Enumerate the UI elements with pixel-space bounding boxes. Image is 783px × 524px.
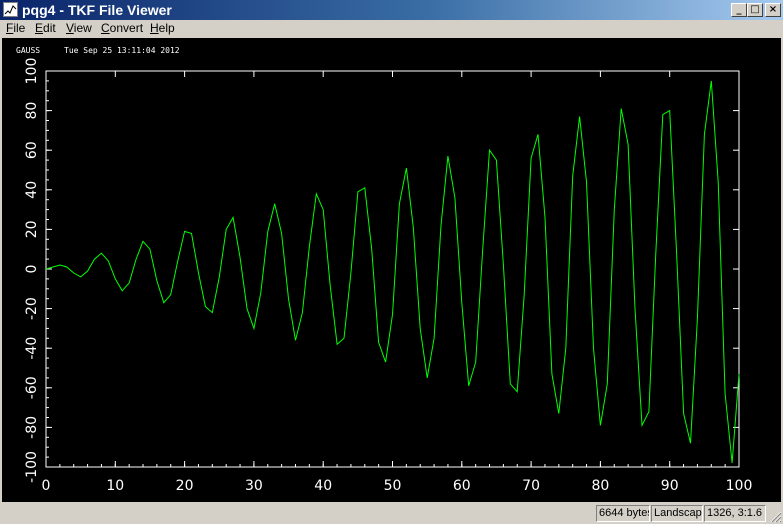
x-tick-label: 90 — [661, 478, 679, 494]
minimize-button[interactable]: _ — [731, 3, 747, 17]
menu-convert-label: onvert — [109, 21, 144, 35]
data-trace-line — [45, 80, 740, 464]
window-title: pqg4 - TKF File Viewer — [22, 2, 172, 18]
menu-edit-accel: E — [35, 21, 44, 35]
menu-edit-label: dit — [43, 21, 56, 35]
plot-header-name: GAUSS — [16, 46, 40, 55]
y-tick-label: 40 — [24, 181, 40, 199]
menu-help-accel: H — [150, 21, 159, 35]
menu-convert[interactable]: Convert — [101, 21, 143, 36]
x-tick-label: 20 — [176, 478, 194, 494]
y-tick-label: 60 — [24, 141, 40, 159]
tkf-file-viewer-window: pqg4 - TKF File Viewer _ □ × File Edit V… — [0, 0, 783, 524]
menu-help[interactable]: Help — [150, 21, 175, 36]
maximize-button[interactable]: □ — [747, 3, 763, 17]
x-tick-label: 60 — [453, 478, 471, 494]
app-chart-icon-graphic — [4, 5, 17, 15]
y-tick-label: -20 — [24, 297, 40, 320]
menu-convert-accel: C — [101, 21, 110, 35]
x-tick-label: 10 — [106, 478, 124, 494]
menu-file[interactable]: File — [6, 21, 25, 36]
y-tick-label: 80 — [24, 102, 40, 120]
status-orientation: Landscape — [651, 505, 703, 522]
close-button[interactable]: × — [765, 3, 781, 17]
title-bar[interactable]: pqg4 - TKF File Viewer _ □ × — [0, 0, 783, 20]
menu-help-label: elp — [158, 21, 175, 35]
resize-grip-icon[interactable] — [769, 510, 782, 523]
menu-view[interactable]: View — [66, 21, 92, 36]
y-tick-label: -40 — [24, 337, 40, 360]
plot-frame — [45, 70, 740, 468]
y-tick-label: -60 — [24, 376, 40, 399]
close-icon: × — [768, 4, 778, 15]
x-tick-label: 30 — [245, 478, 263, 494]
maximize-icon: □ — [750, 4, 760, 15]
y-tick-label: 100 — [24, 58, 40, 85]
y-tick-label: -80 — [24, 416, 40, 439]
menu-file-label: ile — [13, 21, 26, 35]
status-file-size: 6644 bytes — [596, 505, 650, 522]
x-tick-label: 0 — [42, 478, 51, 494]
chart-svg: GAUSS Tue Sep 25 13:11:04 2012 0 10 20 30 40… — [16, 46, 753, 494]
menu-view-label: iew — [73, 21, 92, 35]
menu-view-accel: V — [66, 21, 74, 35]
x-tick-label: 70 — [522, 478, 540, 494]
status-coordinates: 1326, 3:1.6 — [704, 505, 766, 522]
status-bar: 6644 bytes Landscape 1326, 3:1.6 — [0, 503, 783, 524]
menu-edit[interactable]: Edit — [35, 21, 56, 36]
y-tick-label: 20 — [24, 220, 40, 238]
plot-header-date: Tue Sep 25 13:11:04 2012 — [64, 46, 180, 55]
menu-bar: File Edit View Convert Help — [0, 20, 783, 37]
x-tick-label: 80 — [591, 478, 609, 494]
app-chart-icon[interactable] — [3, 2, 18, 17]
minimize-icon: _ — [736, 4, 742, 15]
plot-canvas[interactable]: GAUSS Tue Sep 25 13:11:04 2012 0 10 20 30 40… — [2, 38, 781, 502]
y-tick-label: 0 — [24, 265, 40, 274]
x-tick-label: 50 — [384, 478, 402, 494]
x-tick-label: 40 — [314, 478, 332, 494]
x-tick-label: 100 — [726, 478, 753, 494]
y-tick-label: -100 — [24, 451, 40, 483]
